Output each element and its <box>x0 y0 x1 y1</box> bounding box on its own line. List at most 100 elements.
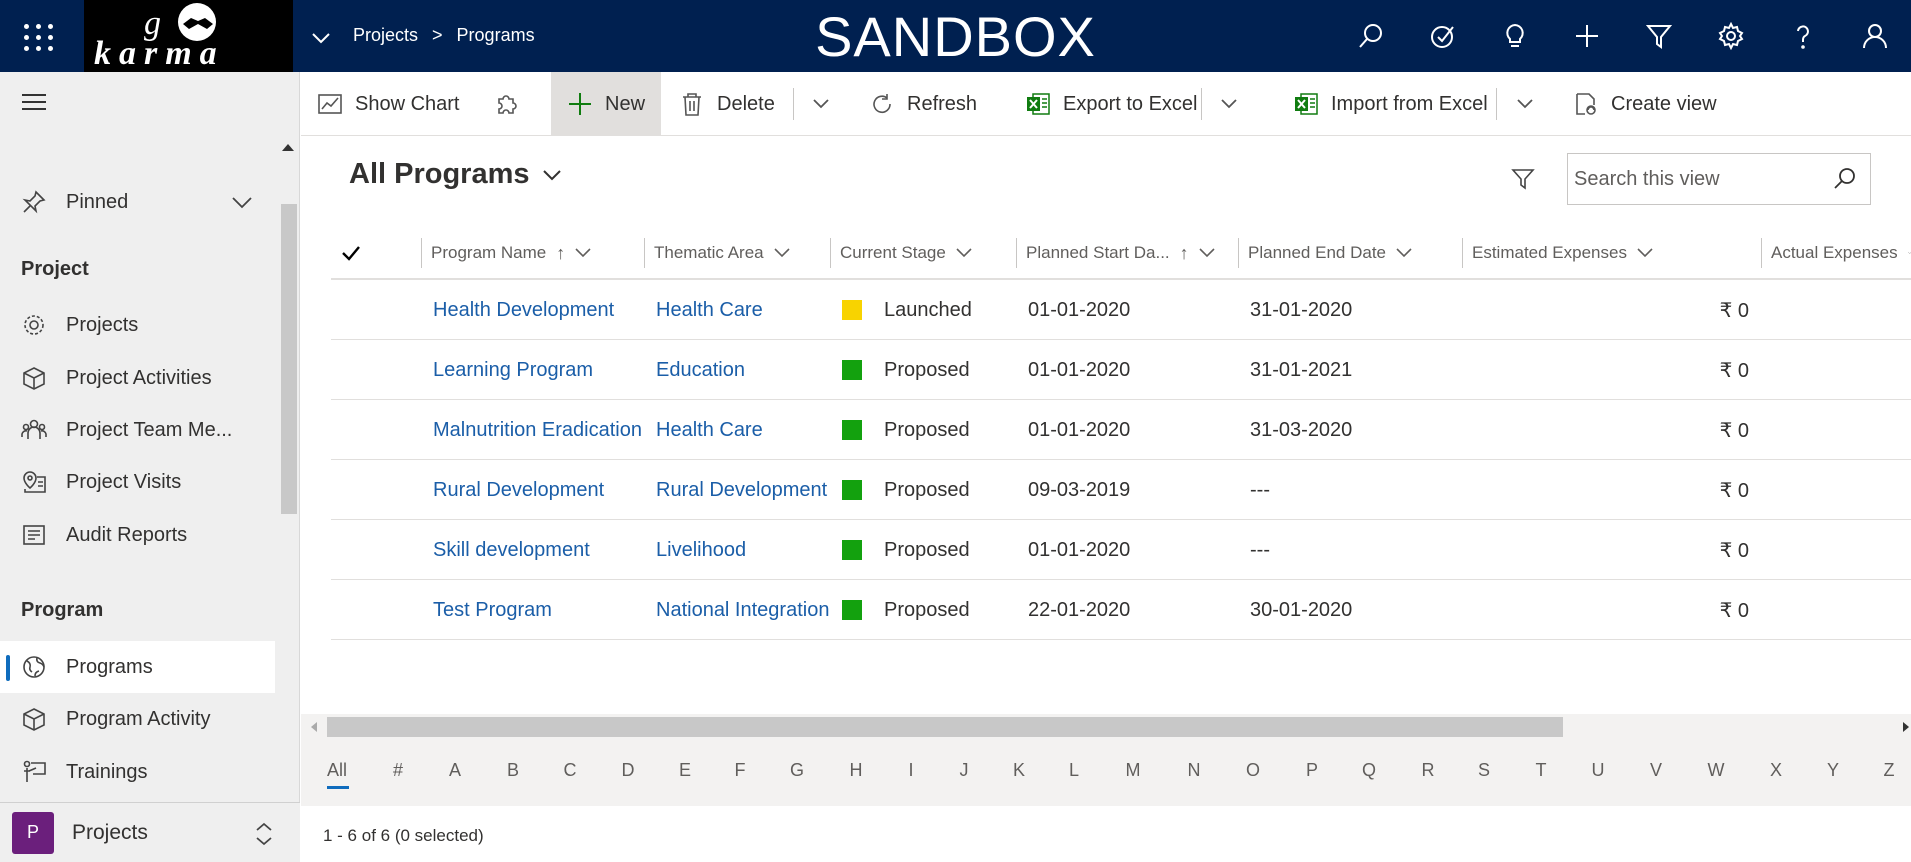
breadcrumb-projects[interactable]: Projects <box>353 25 418 46</box>
jump-hash[interactable]: # <box>378 760 418 781</box>
new-button[interactable]: New <box>551 72 662 136</box>
jump-e[interactable]: E <box>665 760 705 781</box>
jump-d[interactable]: D <box>608 760 648 781</box>
jump-r[interactable]: R <box>1408 760 1448 781</box>
jump-n[interactable]: N <box>1174 760 1214 781</box>
search-icon[interactable] <box>1832 166 1858 192</box>
jump-c[interactable]: C <box>550 760 590 781</box>
sidebar-item-program-activity[interactable]: Program Activity <box>0 693 275 745</box>
select-all-checkmark-icon[interactable] <box>339 241 363 265</box>
jump-h[interactable]: H <box>836 760 876 781</box>
thematic-area-link[interactable]: Health Care <box>656 299 763 322</box>
lightbulb-icon[interactable] <box>1479 0 1551 72</box>
user-icon[interactable] <box>1839 0 1911 72</box>
sidebar-item-project-activities[interactable]: Project Activities <box>0 352 275 404</box>
create-view-button[interactable]: Create view <box>1557 72 1733 136</box>
area-switcher[interactable]: P Projects <box>0 802 300 862</box>
column-header-estimated-expenses[interactable]: Estimated Expenses <box>1462 226 1762 280</box>
jump-w[interactable]: W <box>1696 760 1736 781</box>
column-header-program-name[interactable]: Program Name ↑ <box>421 226 645 280</box>
scroll-left-icon[interactable] <box>311 722 317 732</box>
column-header-planned-end-date[interactable]: Planned End Date <box>1238 226 1462 280</box>
nav-pinned[interactable]: Pinned <box>0 176 275 228</box>
view-selector[interactable]: All Programs <box>349 158 562 191</box>
program-name-link[interactable]: Test Program <box>433 599 552 622</box>
filter-icon[interactable] <box>1623 0 1695 72</box>
more-export-chevron-icon[interactable] <box>1207 72 1251 136</box>
jump-all[interactable]: All <box>317 760 357 789</box>
jump-l[interactable]: L <box>1054 760 1094 781</box>
column-header-planned-start-date[interactable]: Planned Start Da... ↑ <box>1016 226 1238 280</box>
jump-q[interactable]: Q <box>1349 760 1389 781</box>
jump-i[interactable]: I <box>891 760 931 781</box>
nav-scroll-thumb[interactable] <box>281 204 297 514</box>
refresh-button[interactable]: Refresh <box>853 72 993 136</box>
more-import-chevron-icon[interactable] <box>1503 72 1547 136</box>
export-to-excel-button[interactable]: Export to Excel <box>1009 72 1214 136</box>
jump-p[interactable]: P <box>1292 760 1332 781</box>
breadcrumb-programs[interactable]: Programs <box>457 25 535 46</box>
show-chart-button[interactable]: Show Chart <box>301 72 476 136</box>
help-icon[interactable] <box>1767 0 1839 72</box>
thematic-area-link[interactable]: Health Care <box>656 419 763 442</box>
sidebar-item-trainings[interactable]: Trainings <box>0 746 275 798</box>
pinned-chevron-icon[interactable] <box>231 196 253 210</box>
sidebar-item-project-visits[interactable]: Project Visits <box>0 456 275 508</box>
search-icon[interactable] <box>1335 0 1407 72</box>
jump-g[interactable]: G <box>777 760 817 781</box>
table-row[interactable]: Test Program National Integration Propos… <box>331 580 1911 640</box>
jump-x[interactable]: X <box>1756 760 1796 781</box>
jump-o[interactable]: O <box>1233 760 1273 781</box>
nav-expand-chevron-icon[interactable] <box>308 28 334 48</box>
program-name-link[interactable]: Malnutrition Eradication <box>433 419 642 442</box>
more-delete-chevron-icon[interactable] <box>799 72 843 136</box>
hamburger-menu-icon[interactable] <box>22 94 46 110</box>
sidebar-item-audit-reports[interactable]: Audit Reports <box>0 509 275 561</box>
jump-k[interactable]: K <box>999 760 1039 781</box>
jump-j[interactable]: J <box>944 760 984 781</box>
sidebar-item-programs[interactable]: Programs <box>0 641 275 693</box>
thematic-area-link[interactable]: National Integration <box>656 599 829 622</box>
jump-m[interactable]: M <box>1113 760 1153 781</box>
scroll-up-icon[interactable] <box>282 144 294 151</box>
task-icon[interactable] <box>1407 0 1479 72</box>
nav-scrollbar[interactable] <box>277 136 297 814</box>
settings-icon[interactable] <box>1695 0 1767 72</box>
table-row[interactable]: Malnutrition Eradication Health Care Pro… <box>331 400 1911 460</box>
puzzle-button[interactable] <box>481 72 531 136</box>
table-row[interactable]: Learning Program Education Proposed 01-0… <box>331 340 1911 400</box>
delete-button[interactable]: Delete <box>663 72 791 136</box>
thematic-area-link[interactable]: Education <box>656 359 745 382</box>
jump-v[interactable]: V <box>1636 760 1676 781</box>
jump-f[interactable]: F <box>720 760 760 781</box>
filter-icon[interactable] <box>1510 166 1536 192</box>
program-name-link[interactable]: Health Development <box>433 299 614 322</box>
program-name-link[interactable]: Learning Program <box>433 359 593 382</box>
scroll-right-icon[interactable] <box>1903 722 1909 732</box>
app-launcher-icon[interactable] <box>18 18 54 54</box>
jump-s[interactable]: S <box>1464 760 1504 781</box>
jump-t[interactable]: T <box>1521 760 1561 781</box>
horizontal-scroll-thumb[interactable] <box>327 717 1563 737</box>
import-from-excel-button[interactable]: Import from Excel <box>1277 72 1504 136</box>
horizontal-scrollbar[interactable] <box>301 714 1911 742</box>
search-input[interactable] <box>1574 167 1824 191</box>
program-name-link[interactable]: Skill development <box>433 539 590 562</box>
table-row[interactable]: Rural Development Rural Development Prop… <box>331 460 1911 520</box>
table-row[interactable]: Skill development Livelihood Proposed 01… <box>331 520 1911 580</box>
column-header-actual-expenses[interactable]: Actual Expenses <box>1761 226 1911 280</box>
jump-z[interactable]: Z <box>1869 760 1909 781</box>
jump-u[interactable]: U <box>1578 760 1618 781</box>
thematic-area-link[interactable]: Livelihood <box>656 539 746 562</box>
jump-y[interactable]: Y <box>1813 760 1853 781</box>
jump-b[interactable]: B <box>493 760 533 781</box>
add-icon[interactable] <box>1551 0 1623 72</box>
sidebar-item-project-team-members[interactable]: Project Team Me... <box>0 404 275 456</box>
program-name-link[interactable]: Rural Development <box>433 479 604 502</box>
sidebar-item-projects[interactable]: Projects <box>0 299 275 351</box>
thematic-area-link[interactable]: Rural Development <box>656 479 827 502</box>
jump-a[interactable]: A <box>435 760 475 781</box>
table-row[interactable]: Health Development Health Care Launched … <box>331 280 1911 340</box>
column-header-current-stage[interactable]: Current Stage <box>830 226 1016 280</box>
column-header-thematic-area[interactable]: Thematic Area <box>644 226 830 280</box>
